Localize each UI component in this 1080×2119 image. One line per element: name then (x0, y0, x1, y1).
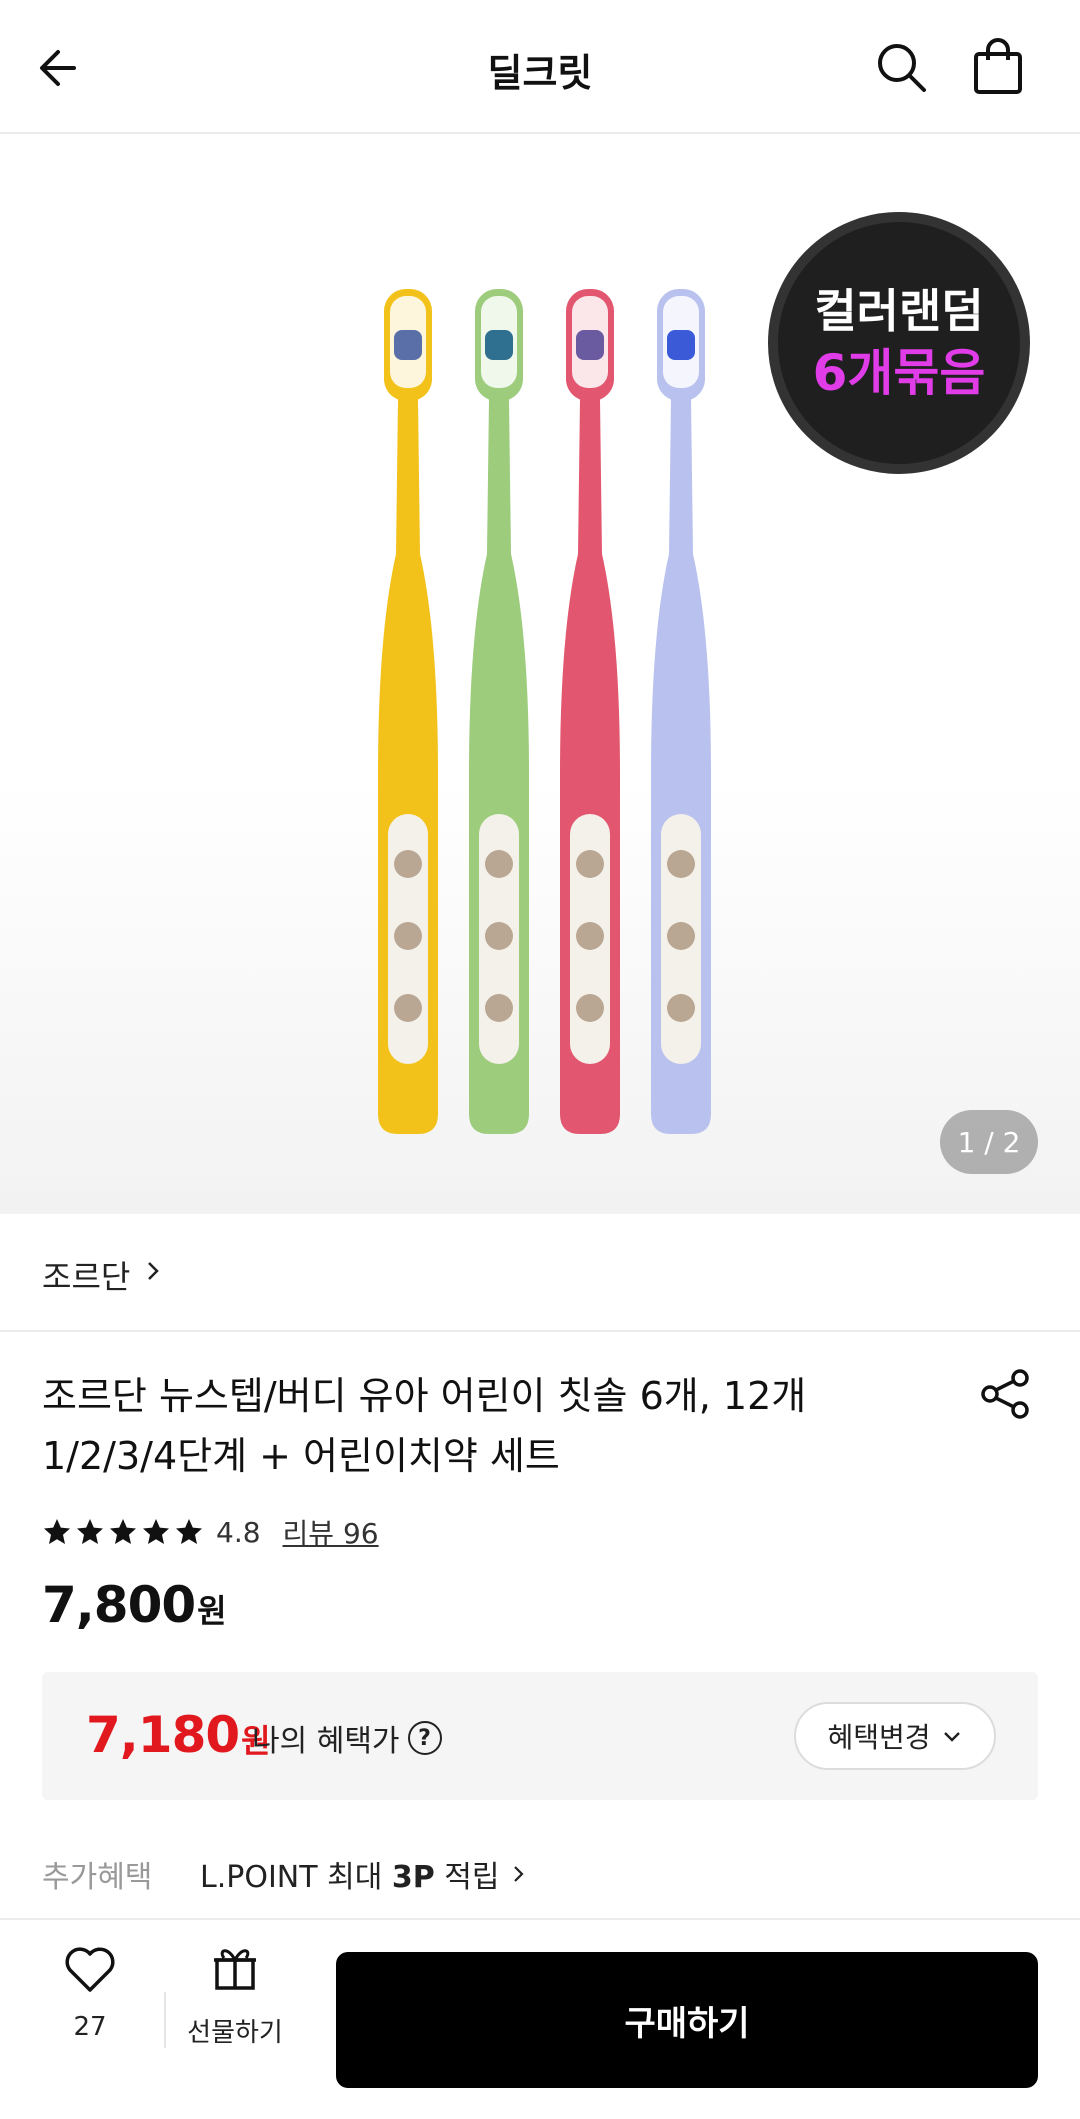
help-icon[interactable]: ? (407, 1721, 442, 1755)
price-value: 7,800 (42, 1576, 196, 1634)
brand-name: 조르단 (42, 1258, 131, 1296)
extra-benefit-points: 3P (391, 1860, 435, 1895)
product-title-line1: 조르단 뉴스텝/버디 유아 어린이 칫솔 6개, 12개 (42, 1374, 807, 1418)
extra-benefit-text-post: 적립 (434, 1860, 500, 1895)
top-app-bar: 딜크릿 (0, 0, 1080, 134)
extra-benefit-row[interactable]: 추가혜택 L.POINT 최대 3P 적립 (42, 1852, 529, 1896)
bottom-action-bar: 27 선물하기 구매하기 (0, 1918, 1080, 2119)
change-benefit-button[interactable]: 혜택변경 (794, 1702, 996, 1770)
star-icon (176, 1519, 202, 1544)
rating-row: 4.8 리뷰 96 (42, 1512, 379, 1552)
gift-label: 선물하기 (187, 2018, 283, 2048)
promo-badge-line2: 6개묶음 (812, 344, 986, 402)
star-rating (42, 1517, 204, 1547)
benefit-price-box: 7,180 원 나의 혜택가 ? 혜택변경 (42, 1672, 1038, 1800)
share-icon[interactable] (978, 1366, 1034, 1422)
gift-button[interactable]: 선물하기 (180, 1942, 290, 2092)
extra-benefit-text-pre: L.POINT 최대 (200, 1860, 392, 1895)
extra-benefit-label: 추가혜택 (42, 1860, 153, 1895)
price-unit: 원 (197, 1592, 227, 1630)
divider (164, 1992, 166, 2048)
search-icon[interactable] (872, 38, 932, 98)
chevron-right-icon (148, 1262, 159, 1280)
review-link[interactable]: 리뷰 96 (283, 1512, 379, 1552)
benefit-label-row: 나의 혜택가 ? (252, 1716, 442, 1760)
change-benefit-label: 혜택변경 (827, 1721, 931, 1754)
like-button[interactable]: 27 (48, 1942, 132, 2092)
toothbrush (560, 289, 620, 1134)
product-title-line2: 1/2/3/4단계 + 어린이치약 세트 (42, 1434, 560, 1478)
star-icon (110, 1519, 136, 1544)
like-count: 27 (73, 2012, 107, 2042)
original-price: 7,800 원 (42, 1576, 227, 1634)
benefit-label: 나의 혜택가 (252, 1724, 400, 1759)
shopping-bag-icon[interactable] (968, 36, 1028, 98)
toothbrush (469, 289, 529, 1134)
promo-badge-line1: 컬러랜덤 (814, 284, 984, 338)
benefit-price: 7,180 원 (86, 1706, 271, 1764)
promo-badge: 컬러랜덤 6개묶음 (768, 212, 1030, 474)
product-title: 조르단 뉴스텝/버디 유아 어린이 칫솔 6개, 12개 1/2/3/4단계 +… (42, 1366, 882, 1486)
chevron-down-icon (943, 1732, 960, 1742)
chevron-right-icon (514, 1866, 525, 1882)
product-image-carousel[interactable]: 컬러랜덤 6개묶음 1 / 2 (0, 134, 1080, 1214)
toothbrush (378, 289, 438, 1134)
brand-link[interactable]: 조르단 (0, 1214, 1080, 1332)
gift-icon (214, 1949, 256, 1990)
star-icon (143, 1519, 169, 1544)
star-icon (44, 1519, 70, 1544)
rating-score: 4.8 (216, 1515, 261, 1549)
extra-benefit-text: L.POINT 최대 3P 적립 (200, 1852, 499, 1896)
benefit-price-value: 7,180 (86, 1706, 240, 1764)
buy-button[interactable]: 구매하기 (336, 1952, 1038, 2088)
image-pager: 1 / 2 (940, 1110, 1038, 1174)
star-icon (77, 1519, 103, 1544)
toothbrush (651, 289, 711, 1134)
heart-icon (65, 1947, 115, 1992)
